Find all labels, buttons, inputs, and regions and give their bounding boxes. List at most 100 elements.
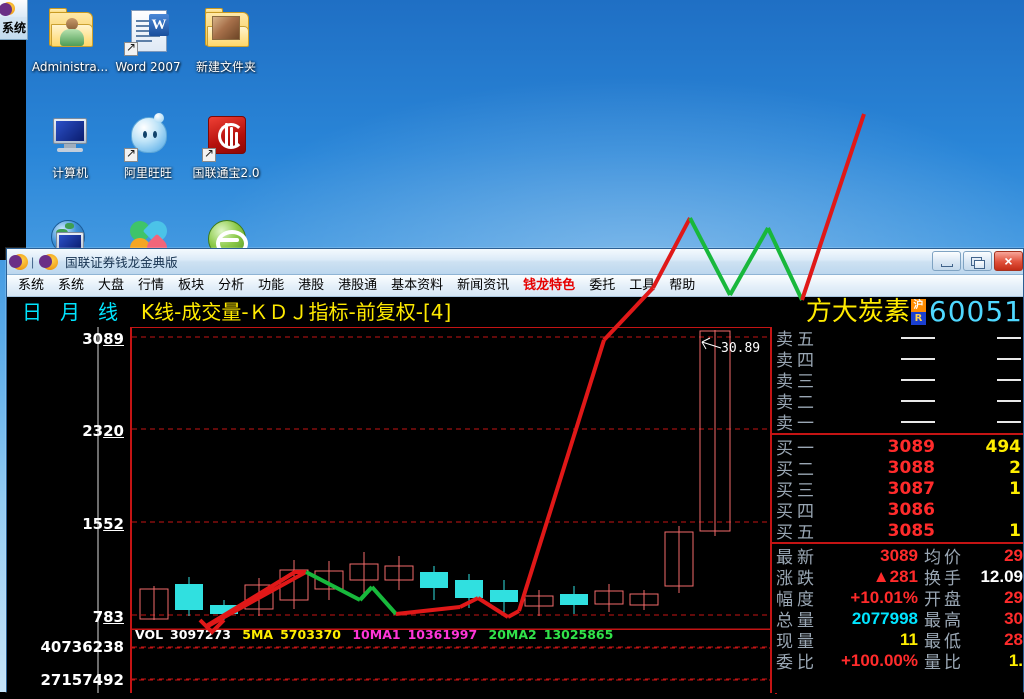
stat-value-totalvol: 2077998 xyxy=(851,608,918,628)
period-day-button[interactable]: 日 xyxy=(13,300,51,324)
menu-item-xinwenzixun[interactable]: 新闻资讯 xyxy=(450,276,516,296)
menu-item-bangzhu[interactable]: 帮助 xyxy=(662,276,702,296)
menu-item-gongju[interactable]: 工具 xyxy=(622,276,662,296)
ma5-label: 5MA xyxy=(242,627,274,642)
price-annotation: 30.89 xyxy=(701,337,760,356)
moon-icon xyxy=(9,253,28,270)
ma20-value: 13025865 xyxy=(543,627,614,642)
window-controls: × xyxy=(932,251,1023,271)
chart-body: 3089 2320 1552 783 40736238 27157492 30.… xyxy=(7,327,1023,694)
margin-badge-r: R xyxy=(910,312,926,325)
stat-row-change: 涨跌 ▲281 换手 12.09 xyxy=(772,566,1023,589)
desktop-icon-label: 新建文件夹 xyxy=(195,60,256,74)
titlebar-separator: | xyxy=(31,254,35,269)
ask-volume-5 xyxy=(941,328,1023,348)
volume-tick-0: 40736238 xyxy=(40,638,125,656)
stat-row-pct: 幅度 +10.01% 开盘 29 xyxy=(772,587,1023,610)
stat-label-volratio: 量比 xyxy=(924,653,964,672)
volume-indicator-legend: VOL 3097273 5MA 5703370 10MA1 10361997 20MA… xyxy=(135,627,620,642)
bid-volume-1: 494 xyxy=(985,436,1022,457)
ask-row-3[interactable]: 卖三 xyxy=(772,369,1023,392)
menu-item-xitong-2[interactable]: 系统 xyxy=(51,276,91,296)
menu-item-dapan[interactable]: 大盘 xyxy=(91,276,131,296)
background-window-menu-system[interactable]: 系统 xyxy=(0,17,27,36)
stat-value-pct: +10.01% xyxy=(850,587,918,607)
menu-item-qianlongtese[interactable]: 钱龙特色 xyxy=(516,276,582,296)
ask-price-1 xyxy=(848,412,941,432)
close-button[interactable]: × xyxy=(994,251,1023,271)
ask-volume-4 xyxy=(941,349,1023,369)
stat-row-latest: 最新 3089 均价 29 xyxy=(772,545,1023,568)
ask-row-4[interactable]: 卖四 xyxy=(772,348,1023,371)
menu-item-gongneng[interactable]: 功能 xyxy=(251,276,291,296)
ask-row-1[interactable]: 卖一 xyxy=(772,411,1023,434)
ask-price-4 xyxy=(848,349,941,369)
bid-row-2[interactable]: 买二 3088 2 xyxy=(772,457,1023,481)
background-window-stub[interactable]: 系统 xyxy=(0,0,28,40)
bid-volume-2: 2 xyxy=(1009,457,1021,478)
desktop-icon-new-folder[interactable]: 新建文件夹 xyxy=(178,6,274,74)
shortcut-arrow-icon xyxy=(124,40,138,56)
bid-price-1: 3089 xyxy=(887,436,935,457)
price-tick-1: 2320 xyxy=(82,422,124,440)
price-tick-2: 1552 xyxy=(82,515,124,533)
user-folder-icon xyxy=(44,6,96,56)
stat-value-ratio: +100.00% xyxy=(840,650,918,670)
restore-button[interactable] xyxy=(963,251,992,271)
menu-item-ganggu[interactable]: 港股 xyxy=(291,276,331,296)
ask-price-3 xyxy=(848,370,941,390)
vol-label: VOL xyxy=(135,627,164,642)
bid-price-2: 3088 xyxy=(887,457,935,478)
stat-value-volratio: 1. xyxy=(1008,650,1023,670)
ma5-value: 5703370 xyxy=(280,627,341,642)
bid-row-5[interactable]: 买五 3085 1 xyxy=(772,520,1023,544)
desktop-icon-guolian-tongbao[interactable]: 国联通宝2.0 xyxy=(178,112,274,180)
menu-item-bankuai[interactable]: 板块 xyxy=(171,276,211,296)
menu-item-hangqing[interactable]: 行情 xyxy=(131,276,171,296)
market-badge-sh: 沪 xyxy=(910,299,926,312)
app-titlebar[interactable]: | 国联证券钱龙金典版 × xyxy=(7,249,1023,275)
candle-series xyxy=(139,330,731,620)
stat-value-change: ▲281 xyxy=(872,566,918,586)
menu-item-fenxi[interactable]: 分析 xyxy=(211,276,251,296)
stat-row-totalvol: 总量 2077998 最高 30 xyxy=(772,608,1023,631)
menu-item-jibenziliao[interactable]: 基本资料 xyxy=(384,276,450,296)
ma10-label: 10MA1 xyxy=(352,627,401,642)
ma10-value: 10361997 xyxy=(407,627,478,642)
bid-row-3[interactable]: 买三 3087 1 xyxy=(772,478,1023,502)
stock-code: 60051 xyxy=(928,295,1023,328)
stat-value-latest: 3089 xyxy=(880,545,918,565)
price-tick-3: 783 xyxy=(92,608,124,626)
stat-value-avgprice: 29 xyxy=(1004,545,1023,565)
stat-label-ratio: 委比 xyxy=(776,653,818,672)
price-axis: 3089 2320 1552 783 40736238 27157492 xyxy=(7,327,130,693)
moon-icon xyxy=(0,2,15,16)
word-document-icon: W xyxy=(122,6,174,56)
bid-label-5: 买五 xyxy=(776,523,818,543)
minimize-button[interactable] xyxy=(932,251,961,271)
ask-volume-3 xyxy=(941,370,1023,390)
ask-price-5 xyxy=(848,328,941,348)
price-tick-0: 3089 xyxy=(82,330,124,348)
stock-name: 方大炭素 xyxy=(805,297,910,327)
ask-row-5[interactable]: 卖五 xyxy=(772,327,1023,350)
stat-value-high: 30 xyxy=(1004,608,1023,628)
stock-badges: 沪 R xyxy=(910,299,926,325)
computer-icon xyxy=(44,112,96,162)
menu-item-xitong-1[interactable]: 系统 xyxy=(11,276,51,296)
shortcut-arrow-icon xyxy=(202,146,216,162)
period-month-button[interactable]: 月 xyxy=(51,300,89,324)
trading-app-window: | 国联证券钱龙金典版 × 系统 系统 大盘 行情 板块 分析 功能 港股 港股… xyxy=(6,248,1024,694)
stat-value-curvol: 11 xyxy=(900,629,918,649)
bid-row-4[interactable]: 买四 3086 xyxy=(772,499,1023,523)
aliwangwang-icon xyxy=(122,112,174,162)
ask-row-2[interactable]: 卖二 xyxy=(772,390,1023,413)
bid-row-1[interactable]: 买一 3089 494 xyxy=(772,436,1023,460)
menu-item-gangguton[interactable]: 港股通 xyxy=(331,276,384,296)
bid-price-3: 3087 xyxy=(887,478,935,499)
menu-item-weituo[interactable]: 委托 xyxy=(582,276,622,296)
ask-volume-2 xyxy=(941,391,1023,411)
period-line-button[interactable]: 线 xyxy=(89,300,127,324)
ask-label-1: 卖一 xyxy=(776,414,818,434)
volume-tick-1: 27157492 xyxy=(40,671,125,689)
